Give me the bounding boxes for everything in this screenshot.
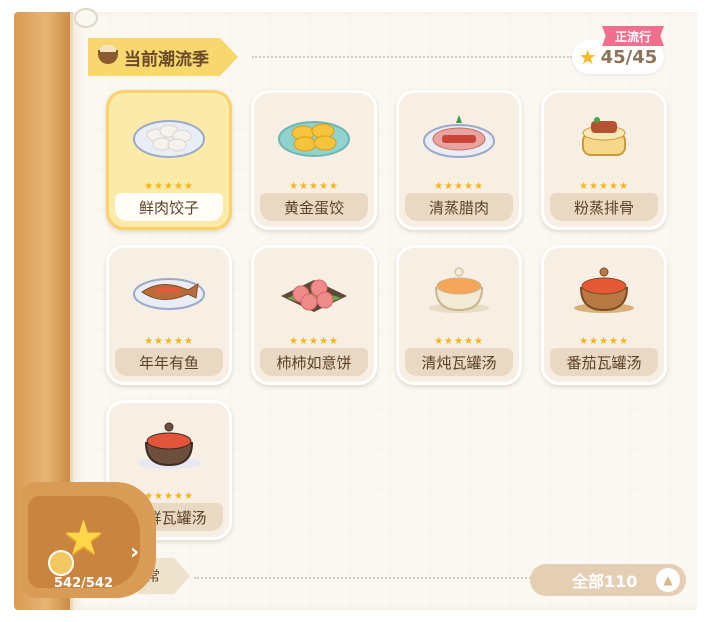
dish-name: 清炖瓦罐汤 (405, 348, 513, 376)
dish-card-clear-stew[interactable]: ★★★★★ 清炖瓦罐汤 (396, 245, 522, 385)
divider (252, 56, 572, 58)
star-icon: ★ (578, 45, 597, 69)
dish-card-steamed-bacon[interactable]: ★★★★★ 清蒸腊肉 (396, 90, 522, 230)
dish-name: 粉蒸排骨 (550, 193, 658, 221)
dish-card-fish[interactable]: ★★★★★ 年年有鱼 (106, 245, 232, 385)
season-banner: 当前潮流季 (88, 38, 238, 76)
bowl-icon (98, 45, 118, 64)
star-rating: ★★★★★ (289, 181, 339, 192)
star-rating: ★★★★★ (434, 336, 484, 347)
dish-name: 清蒸腊肉 (405, 193, 513, 221)
chevron-up-icon[interactable]: ▲ (656, 568, 680, 592)
fish-dish-icon (133, 278, 205, 310)
all-dishes-label: 全部110 (572, 572, 638, 591)
dish-card-jiaozi[interactable]: ★★★★★ 鲜肉饺子 (106, 90, 232, 230)
clay-pot-soup-icon (137, 422, 201, 469)
dish-name: 黄金蛋饺 (260, 193, 368, 221)
season-title: 当前潮流季 (124, 49, 209, 70)
dish-card-steamed-ribs[interactable]: ★★★★★ 粉蒸排骨 (541, 90, 667, 230)
star-progress-value: 45/45 (600, 46, 658, 68)
egg-dumplings-dish-icon (278, 121, 350, 157)
divider (194, 577, 534, 579)
level-count: 542/542 (54, 576, 114, 591)
star-rating: ★★★★★ (579, 336, 629, 347)
persimmon-cake-dish-icon (281, 279, 347, 312)
dish-name: 柿柿如意饼 (260, 348, 368, 376)
clip-icon (74, 8, 98, 28)
dish-card-egg-dumplings[interactable]: ★★★★★ 黄金蛋饺 (251, 90, 377, 230)
star-rating: ★★★★★ (144, 336, 194, 347)
dish-name: 鲜肉饺子 (115, 193, 223, 221)
dish-name: 番茄瓦罐汤 (550, 348, 658, 376)
steamed-bacon-dish-icon (423, 115, 495, 158)
clay-pot-soup-icon (429, 267, 489, 313)
steamed-ribs-dish-icon (582, 117, 626, 156)
bowl-icon (48, 550, 74, 576)
dish-name: 年年有鱼 (115, 348, 223, 376)
popular-badge: 正流行 (602, 26, 664, 46)
star-rating: ★★★★★ (579, 181, 629, 192)
clay-pot-soup-icon (574, 267, 634, 313)
dumplings-dish-icon (133, 120, 205, 158)
star-rating: ★★★★★ (144, 181, 194, 192)
all-dishes-toggle[interactable]: 全部110 ▲ (530, 564, 686, 596)
dish-card-persimmon-cake[interactable]: ★★★★★ 柿柿如意饼 (251, 245, 377, 385)
star-rating: ★★★★★ (289, 336, 339, 347)
chevron-right-icon[interactable]: › (130, 540, 139, 565)
star-rating: ★★★★★ (434, 181, 484, 192)
dish-card-tomato-stew[interactable]: ★★★★★ 番茄瓦罐汤 (541, 245, 667, 385)
